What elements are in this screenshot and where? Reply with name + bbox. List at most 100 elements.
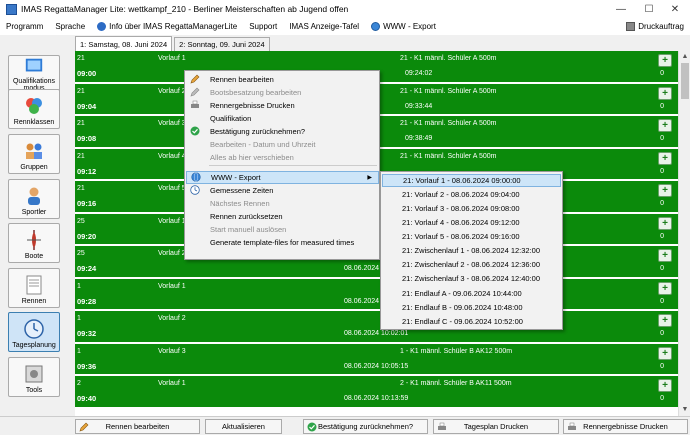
context-menu-label: Bestätigung zurücknehmen? <box>210 126 306 136</box>
tab-day-1[interactable]: 1: Samstag, 08. Juni 2024 <box>75 36 173 51</box>
context-menu-label: Gemessene Zeiten <box>210 185 274 195</box>
context-menu-item[interactable]: WWW - Export ▶ <box>186 171 379 184</box>
start-time: 09:24 <box>77 264 97 273</box>
heat-name: Vorlauf 1 <box>158 55 186 62</box>
table-row[interactable]: 109:28Vorlauf 108.06.20241 - K1 männl. S… <box>75 278 678 310</box>
table-row[interactable]: 2 09:40 Vorlauf 1 08.06.2024 10:13:59 2 - K1… <box>75 376 678 408</box>
race-number: 2 <box>77 380 81 387</box>
menu-label: Support <box>249 22 278 31</box>
info-icon <box>97 22 107 31</box>
menu-programm[interactable]: Programm <box>0 18 49 35</box>
submenu-item[interactable]: 21: Endlauf B - 09.06.2024 10:48:00 <box>382 301 561 314</box>
race-date: 08.06.2024 10:02:01 <box>344 330 409 337</box>
submenu-item[interactable]: 21: Zwischenlauf 2 - 08.06.2024 12:36:00 <box>382 259 561 272</box>
start-time: 09:28 <box>77 296 97 306</box>
context-menu-item[interactable]: Qualifikation <box>186 112 379 125</box>
app-icon <box>6 3 17 15</box>
context-menu-item[interactable]: Bootsbesatzung bearbeiten <box>186 86 379 99</box>
add-icon[interactable]: + <box>658 216 672 230</box>
context-menu-label: Rennen bearbeiten <box>210 74 274 84</box>
sidebar-label: Tagesplanung <box>12 342 56 349</box>
context-menu-item[interactable]: Gemessene Zeiten <box>186 184 379 197</box>
context-menu-item[interactable]: Rennergebnisse Drucken <box>186 99 379 112</box>
menu-info[interactable]: Info über IMAS RegattaManagerLite <box>91 18 243 35</box>
edit-race-button[interactable]: Rennen bearbeiten <box>75 419 200 434</box>
context-menu-item[interactable]: Generate template-files for measured tim… <box>186 236 379 249</box>
refresh-label: Aktualisieren <box>222 422 265 431</box>
entry-count: 0 <box>660 297 664 305</box>
minimize-button[interactable]: — <box>608 0 634 18</box>
context-menu-item[interactable]: Bearbeiten - Datum und Uhrzeit <box>186 138 379 151</box>
print-results-button[interactable]: Rennergebnisse Drucken <box>563 419 688 434</box>
race-class: 21 - K1 männl. Schüler A 500m <box>400 152 497 160</box>
check-green-icon <box>307 422 317 432</box>
tab-day-2[interactable]: 2: Sonntag, 09. Juni 2024 <box>174 37 270 51</box>
submenu-item[interactable]: 21: Zwischenlauf 1 - 08.06.2024 12:32:00 <box>382 245 561 258</box>
add-icon[interactable]: + <box>658 54 672 67</box>
add-icon[interactable]: + <box>658 151 672 165</box>
sidebar-item-rennen[interactable]: Rennen <box>8 268 60 308</box>
menu-icon-slot <box>186 151 204 163</box>
add-icon[interactable]: + <box>658 314 672 327</box>
sidebar-item-sportler[interactable]: Sportler <box>8 179 60 219</box>
race-date: 08.06.2024 10:05:15 <box>344 362 409 370</box>
pencil-icon <box>186 73 204 85</box>
scroll-thumb[interactable] <box>681 63 689 99</box>
races-icon <box>26 275 42 295</box>
context-menu-item[interactable]: Rennen bearbeiten <box>186 73 379 86</box>
submenu-item[interactable]: 21: Vorlauf 4 - 08.06.2024 09:12:00 <box>382 216 561 229</box>
maximize-button[interactable]: ☐ <box>636 0 662 18</box>
race-number: 1 <box>77 282 81 290</box>
sidebar-item-boote[interactable]: Boote <box>8 223 60 263</box>
close-button[interactable]: ✕ <box>662 0 688 18</box>
add-icon[interactable]: + <box>658 379 672 392</box>
context-menu-item[interactable]: Bestätigung zurücknehmen? <box>186 125 379 138</box>
table-row[interactable]: 109:32Vorlauf 208.06.2024 10:02:011 - K1… <box>75 311 678 343</box>
refresh-button[interactable]: Aktualisieren <box>205 419 282 434</box>
add-icon[interactable]: + <box>658 119 672 132</box>
context-menu-item[interactable]: Start manuell auslösen <box>186 223 379 236</box>
submenu-item[interactable]: 21: Vorlauf 5 - 08.06.2024 09:16:00 <box>382 230 561 243</box>
add-icon[interactable]: + <box>658 249 672 262</box>
table-row[interactable]: 1 09:36 Vorlauf 3 08.06.2024 10:05:15 1 - K1… <box>75 343 678 375</box>
confirm-back-button[interactable]: Bestätigung zurücknehmen? <box>303 419 428 434</box>
menu-anzeige-tafel[interactable]: IMAS Anzeige-Tafel <box>283 18 365 35</box>
print-order-button[interactable]: Druckauftrag <box>626 18 684 35</box>
scroll-down-icon[interactable]: ▼ <box>680 405 690 415</box>
submenu-item[interactable]: 21: Vorlauf 2 - 08.06.2024 09:04:00 <box>382 188 561 201</box>
submenu-item[interactable]: 21: Endlauf A - 09.06.2024 10:44:00 <box>382 287 561 300</box>
context-menu-item[interactable]: Nächstes Rennen <box>186 197 379 210</box>
add-icon[interactable]: + <box>658 281 672 295</box>
menu-support[interactable]: Support <box>243 18 283 35</box>
submenu-item[interactable]: 21: Vorlauf 3 - 08.06.2024 09:08:00 <box>382 202 561 215</box>
menu-sprache[interactable]: Sprache <box>49 18 91 35</box>
sidebar-label: Rennen <box>21 298 47 305</box>
context-menu-label: WWW - Export <box>211 172 261 182</box>
sidebar-item-rennklassen[interactable]: Rennklassen <box>8 89 60 129</box>
menu-icon-slot <box>186 210 204 222</box>
entry-count: 0 <box>660 362 664 370</box>
race-class: 1 - K1 männl. Schüler B AK12 500m <box>400 347 513 355</box>
context-menu-item[interactable]: Rennen zurücksetzen <box>186 210 379 223</box>
context-menu: Rennen bearbeiten Bootsbesatzung bearbeit… <box>184 70 380 260</box>
menu-www-export[interactable]: WWW - Export <box>365 18 442 35</box>
vertical-scrollbar[interactable]: ▲ ▼ <box>678 51 690 416</box>
add-icon[interactable]: + <box>658 346 672 360</box>
add-icon[interactable]: + <box>658 184 672 197</box>
scroll-up-icon[interactable]: ▲ <box>680 52 690 62</box>
submenu-item[interactable]: 21: Endlauf C - 09.06.2024 10:52:00 <box>382 315 561 328</box>
sidebar-item-tools[interactable]: Tools <box>8 357 60 397</box>
sidebar-item-gruppen[interactable]: Gruppen <box>8 134 60 174</box>
menu-icon-slot <box>186 197 204 209</box>
sidebar-item-tagesplanung[interactable]: Tagesplanung <box>8 312 60 352</box>
add-icon[interactable]: + <box>658 86 672 100</box>
entry-count: 0 <box>660 330 664 337</box>
pencil-icon <box>79 422 89 432</box>
print-day-plan-button[interactable]: Tagesplan Drucken <box>433 419 559 434</box>
submenu-item[interactable]: 21: Zwischenlauf 3 - 08.06.2024 12:40:00 <box>382 273 561 286</box>
heat-name: Vorlauf 1 <box>158 282 186 290</box>
submenu-item[interactable]: 21: Vorlauf 1 - 08.06.2024 09:00:00 <box>382 174 561 187</box>
context-menu-item[interactable]: Alles ab hier verschieben <box>186 151 379 164</box>
sidebar-label: Sportler <box>21 209 47 216</box>
context-menu-label: Bootsbesatzung bearbeiten <box>210 87 302 97</box>
